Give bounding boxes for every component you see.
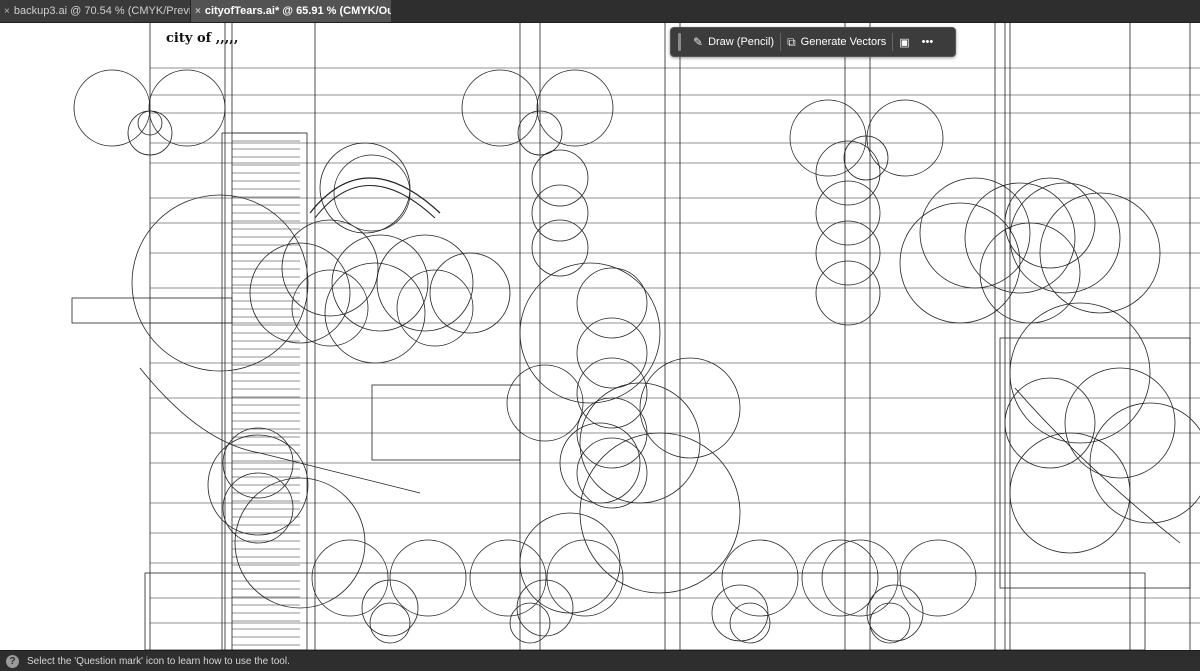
outline-circle[interactable]: [469, 539, 547, 617]
outline-circle[interactable]: [576, 437, 648, 509]
draw-pencil-button[interactable]: ✎ Draw (Pencil): [687, 31, 780, 53]
staircase-frame[interactable]: [221, 132, 308, 650]
outline-circle[interactable]: [131, 194, 309, 372]
panel-settings-button[interactable]: ▣: [893, 31, 915, 53]
ledge-shape[interactable]: [71, 297, 233, 324]
panel-settings-icon: ▣: [899, 36, 910, 49]
outline-circle[interactable]: [331, 234, 429, 332]
tab-cityoftears[interactable]: × cityofTears.ai* @ 65.91 % (CMYK/Outlin…: [191, 0, 391, 22]
close-tab-icon[interactable]: ×: [195, 6, 201, 17]
outline-circle[interactable]: [1009, 432, 1131, 554]
tab-backup3[interactable]: × backup3.ai @ 70.54 % (CMYK/Preview): [0, 0, 191, 22]
tab-label: cityofTears.ai* @ 65.91 % (CMYK/Outline): [204, 5, 391, 17]
outline-circle[interactable]: [576, 317, 648, 389]
outline-circle[interactable]: [319, 142, 411, 234]
outline-circle[interactable]: [639, 357, 741, 459]
outline-circle[interactable]: [801, 539, 879, 617]
close-tab-icon[interactable]: ×: [4, 6, 10, 17]
outline-circle[interactable]: [1064, 367, 1176, 479]
draw-pencil-label: Draw (Pencil): [708, 36, 775, 48]
outline-circle[interactable]: [519, 262, 661, 404]
outline-circle[interactable]: [73, 69, 151, 147]
more-options-button[interactable]: •••: [916, 31, 940, 53]
question-mark-icon[interactable]: ?: [6, 654, 19, 668]
outline-circle[interactable]: [516, 579, 574, 637]
document-tab-bar: × backup3.ai @ 70.54 % (CMYK/Preview) × …: [0, 0, 1200, 23]
outline-circle[interactable]: [821, 539, 899, 617]
artboard-canvas[interactable]: city of ,,,,, ✎ Draw (Pencil) ⧉ Generate…: [0, 23, 1200, 650]
more-options-icon: •••: [921, 36, 934, 48]
outline-circle[interactable]: [148, 69, 226, 147]
outline-circle[interactable]: [531, 149, 589, 207]
generate-vectors-button[interactable]: ⧉ Generate Vectors: [781, 31, 892, 53]
outline-circle[interactable]: [899, 539, 977, 617]
outline-circle[interactable]: [396, 269, 474, 347]
artboard-title-text[interactable]: city of ,,,,,: [166, 31, 238, 46]
drag-handle[interactable]: [678, 33, 681, 51]
outline-circle[interactable]: [866, 99, 944, 177]
outline-circle[interactable]: [324, 262, 426, 364]
outline-artwork[interactable]: [0, 23, 1200, 650]
outline-circle[interactable]: [815, 180, 881, 246]
outline-circle[interactable]: [506, 364, 584, 442]
generate-vectors-label: Generate Vectors: [800, 36, 887, 48]
outline-circle[interactable]: [919, 177, 1031, 289]
tab-label: backup3.ai @ 70.54 % (CMYK/Preview): [13, 5, 191, 17]
pavilion-shape[interactable]: [371, 384, 521, 461]
outline-circle[interactable]: [333, 154, 411, 232]
contextual-task-bar: ✎ Draw (Pencil) ⧉ Generate Vectors ▣ •••: [670, 27, 956, 57]
outline-circle[interactable]: [964, 182, 1076, 294]
outline-circle[interactable]: [789, 99, 867, 177]
outline-circle[interactable]: [536, 69, 614, 147]
outline-circle[interactable]: [711, 584, 769, 642]
outline-circle[interactable]: [1009, 302, 1151, 444]
status-bar: ? Select the 'Question mark' icon to lea…: [0, 650, 1200, 671]
outline-circle[interactable]: [721, 539, 799, 617]
outline-circle[interactable]: [579, 432, 741, 594]
arch-shape[interactable]: [309, 177, 441, 214]
outline-circle[interactable]: [531, 219, 589, 277]
generate-vectors-icon: ⧉: [787, 34, 796, 49]
pencil-icon: ✎: [693, 35, 704, 49]
outline-circle[interactable]: [531, 184, 589, 242]
outline-circle[interactable]: [222, 472, 294, 544]
outline-circle[interactable]: [546, 539, 624, 617]
outline-circle[interactable]: [311, 539, 389, 617]
outline-circle[interactable]: [899, 202, 1021, 324]
outline-circle[interactable]: [389, 539, 467, 617]
outline-circle[interactable]: [1009, 182, 1121, 294]
outline-circle[interactable]: [815, 140, 881, 206]
outline-circle[interactable]: [461, 69, 539, 147]
ramp-curve[interactable]: [139, 367, 421, 494]
outline-circle[interactable]: [815, 260, 881, 326]
outline-circle[interactable]: [281, 219, 379, 317]
outline-circle[interactable]: [576, 357, 648, 429]
status-message: Select the 'Question mark' icon to learn…: [27, 655, 290, 667]
